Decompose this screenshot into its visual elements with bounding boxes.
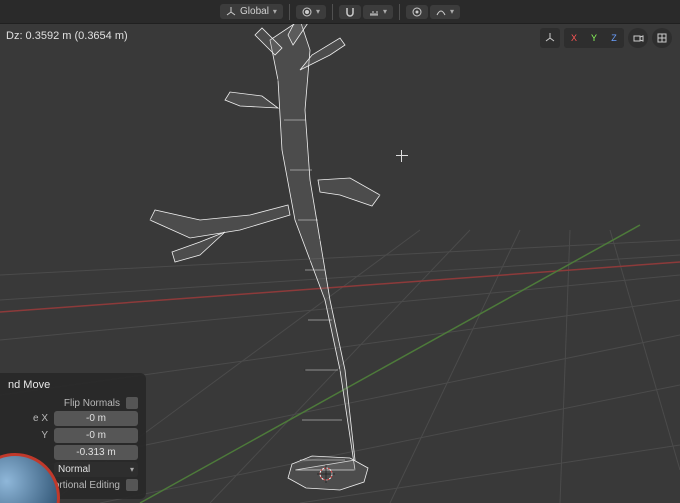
orientation-select[interactable]: Normal ▾ bbox=[54, 462, 138, 477]
proportional-editing-checkbox[interactable] bbox=[126, 479, 138, 491]
axis-z-button[interactable]: Z bbox=[604, 28, 624, 48]
proportional-falloff-dropdown[interactable]: ▾ bbox=[430, 5, 460, 19]
orientation-value: Normal bbox=[58, 464, 90, 475]
falloff-smooth-icon bbox=[436, 7, 446, 17]
snap-toggle[interactable] bbox=[339, 5, 361, 19]
viewport-gizmo-bar: X Y Z bbox=[540, 28, 672, 48]
snap-increment-icon bbox=[369, 7, 379, 17]
chevron-down-icon: ▾ bbox=[130, 465, 134, 474]
cursor-crosshair bbox=[396, 150, 408, 162]
flip-normals-label: Flip Normals bbox=[64, 398, 120, 409]
flip-normals-checkbox[interactable] bbox=[126, 397, 138, 409]
chevron-down-icon: ▾ bbox=[450, 7, 454, 16]
proportional-icon bbox=[412, 7, 422, 17]
view-camera-button[interactable] bbox=[628, 28, 648, 48]
transform-delta-readout: Dz: 0.3592 m (0.3654 m) bbox=[6, 30, 128, 42]
move-x-label: e X bbox=[33, 413, 48, 424]
orientation-label: Global bbox=[240, 6, 269, 17]
axis-y-button[interactable]: Y bbox=[584, 28, 604, 48]
chevron-down-icon: ▾ bbox=[383, 7, 387, 16]
move-x-field[interactable]: -0 m bbox=[54, 411, 138, 426]
magnet-icon bbox=[345, 7, 355, 17]
move-y-label: Y bbox=[41, 430, 48, 441]
operator-title: nd Move bbox=[8, 379, 138, 391]
pivot-icon bbox=[302, 7, 312, 17]
transform-orientation-dropdown[interactable]: Global ▾ bbox=[220, 4, 283, 19]
move-y-field[interactable]: -0 m bbox=[54, 428, 138, 443]
chevron-down-icon: ▾ bbox=[316, 7, 320, 16]
camera-icon bbox=[632, 32, 644, 44]
chevron-down-icon: ▾ bbox=[273, 7, 277, 16]
proportional-editing-toggle[interactable] bbox=[406, 5, 428, 19]
gizmo-toggle[interactable] bbox=[540, 28, 560, 48]
viewport-header: Global ▾ ▾ ▾ ▾ bbox=[0, 0, 680, 24]
axis-x-button[interactable]: X bbox=[564, 28, 584, 48]
gizmo-arrows-icon bbox=[544, 32, 556, 44]
grid-icon bbox=[656, 32, 668, 44]
view-perspective-button[interactable] bbox=[652, 28, 672, 48]
move-z-field[interactable]: -0.313 m bbox=[54, 445, 138, 460]
axes-icon bbox=[226, 7, 236, 17]
pivot-point-dropdown[interactable]: ▾ bbox=[296, 5, 326, 19]
snap-mode-dropdown[interactable]: ▾ bbox=[363, 5, 393, 19]
